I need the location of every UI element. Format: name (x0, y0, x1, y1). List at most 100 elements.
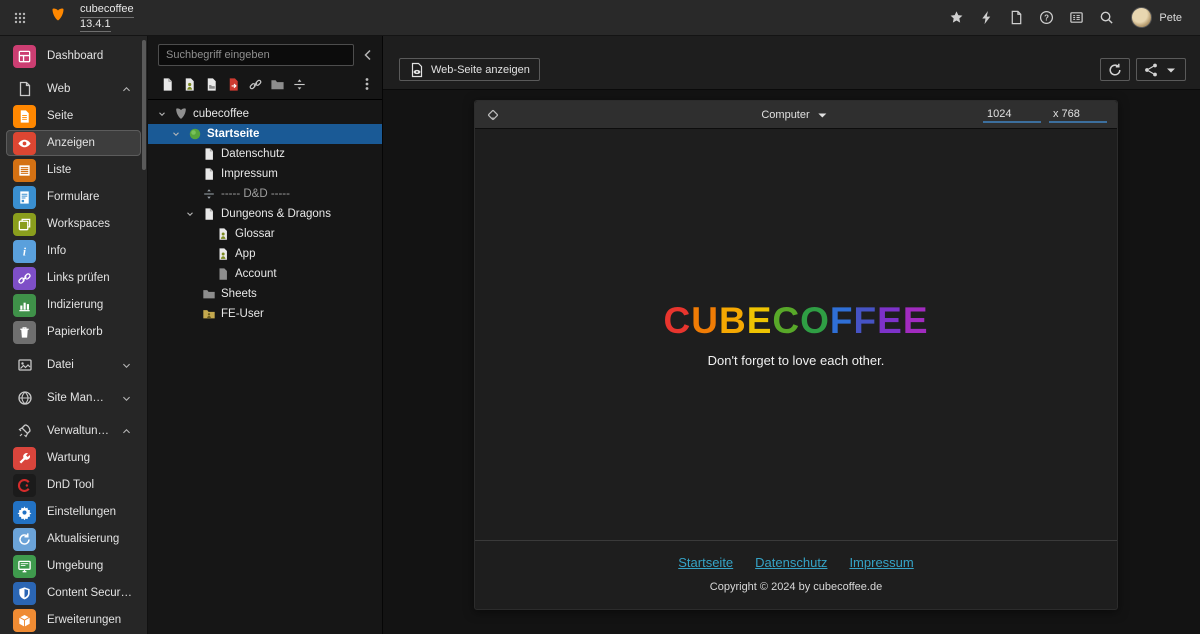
sidebar-item-formulare[interactable]: Formulare (6, 184, 141, 210)
tree-node-label: Datenschutz (221, 148, 285, 160)
site-name: cubecoffee (80, 3, 134, 18)
pageFe-icon (215, 227, 230, 241)
new-spacer-icon[interactable] (292, 76, 314, 92)
module-menu-toggle[interactable] (0, 0, 40, 35)
clear-cache-icon[interactable] (971, 0, 1001, 35)
sidebar-item-verwaltungswerkzeuge[interactable]: Verwaltungswerkz... (6, 418, 141, 444)
refresh-button[interactable] (1100, 58, 1130, 81)
tree-node-label: Startseite (207, 128, 260, 140)
chevron-down-icon[interactable] (170, 129, 182, 139)
footer-link-startseite[interactable]: Startseite (678, 555, 733, 570)
sidebar-item-dashboard[interactable]: Dashboard (6, 43, 141, 69)
sidebar-item-label: Umgebung (47, 560, 104, 572)
tree-node[interactable]: Sheets (148, 284, 382, 304)
sidebar-item-einstellungen[interactable]: Einstellungen (6, 499, 141, 525)
tree-node[interactable]: Glossar (148, 224, 382, 244)
sidebar-item-label: Verwaltungswerkz... (47, 425, 110, 437)
tagline: Don't forget to love each other. (707, 352, 885, 368)
refresh-icon (1107, 62, 1123, 78)
rotate-device-icon[interactable] (485, 107, 501, 123)
logo-letter: C (772, 299, 801, 341)
new-external-link-page-icon[interactable] (226, 76, 248, 92)
anzeigen-icon (13, 131, 36, 155)
chevron-down-icon[interactable] (156, 109, 168, 119)
search-icon[interactable] (1091, 0, 1121, 35)
sidebar-item-umgebung[interactable]: Umgebung (6, 553, 141, 579)
footer-link-impressum[interactable]: Impressum (849, 555, 913, 570)
sidebar-item-label: Papierkorb (47, 326, 103, 338)
tree-node[interactable]: App (148, 244, 382, 264)
sidebar-item-wartung[interactable]: Wartung (6, 445, 141, 471)
new-link-icon[interactable] (248, 76, 270, 92)
sidebar-item-web[interactable]: Web (6, 76, 141, 102)
sidebar-item-dnd-tool[interactable]: DnD Tool (6, 472, 141, 498)
sidebar-item-links-pruefen[interactable]: Links prüfen (6, 265, 141, 291)
sidebar-item-label: DnD Tool (47, 479, 95, 491)
new-document-icon[interactable] (1001, 0, 1031, 35)
aktualisierung-icon (13, 527, 36, 551)
new-page-icon[interactable] (160, 76, 182, 92)
tree-node[interactable]: Account (148, 264, 382, 284)
preview-height-input[interactable]: x 768 (1049, 106, 1107, 123)
chevron-down-icon[interactable] (184, 209, 196, 219)
sidebar-item-label: Liste (47, 164, 72, 176)
new-shortcut-page-icon[interactable] (182, 76, 204, 92)
tree-node[interactable]: Startseite (148, 124, 382, 144)
sidebar-item-anzeigen[interactable]: Anzeigen (6, 130, 141, 156)
sidebar-item-label: Einstellungen (47, 506, 117, 518)
sidebar-item-label: Datei (47, 359, 74, 371)
tree-search-input[interactable] (158, 44, 354, 66)
new-folder-icon[interactable] (270, 76, 292, 92)
sidebar-item-info[interactable]: i Info (6, 238, 141, 264)
share-button[interactable] (1136, 58, 1186, 81)
sidebar-item-erweiterungen[interactable]: Erweiterungen (6, 607, 141, 633)
sidebar-item-workspaces[interactable]: Workspaces (6, 211, 141, 237)
chevron-up-icon (121, 84, 132, 95)
preview-width-input[interactable]: 1024 (983, 106, 1041, 123)
tree-node[interactable]: Impressum (148, 164, 382, 184)
logo-letter: E (746, 299, 773, 341)
module-sidebar: Dashboard Web Seite Anzeigen Liste Formulare W… (0, 36, 148, 634)
tree-node[interactable]: Datenschutz (148, 144, 382, 164)
device-preset-dropdown[interactable]: Computer (761, 107, 830, 123)
sidebar-item-datei[interactable]: Datei (6, 352, 141, 378)
links-pruefen-icon (13, 266, 36, 290)
tree-node-label: cubecoffee (193, 108, 250, 120)
system-information-icon[interactable] (1061, 0, 1091, 35)
tree-node-label: ----- D&D ----- (221, 188, 290, 200)
sidebar-item-seite[interactable]: Seite (6, 103, 141, 129)
chevron-up-icon (121, 426, 132, 437)
site-name-version: cubecoffee 13.4.1 (80, 3, 134, 33)
sidebar-scrollbar[interactable] (142, 40, 146, 170)
sidebar-item-label: Erweiterungen (47, 614, 122, 626)
tree-node[interactable]: FE-User (148, 304, 382, 324)
logo-letter: E (877, 299, 903, 341)
sidebar-item-label: Formulare (47, 191, 100, 203)
avatar (1131, 7, 1153, 28)
collapse-tree-button[interactable] (360, 44, 376, 66)
user-menu[interactable]: Pete (1121, 0, 1188, 35)
copyright: Copyright © 2024 by cubecoffee.de (709, 581, 883, 593)
view-webpage-label: Web-Seite anzeigen (431, 63, 530, 76)
tree-more-menu[interactable] (358, 76, 376, 92)
sidebar-item-papierkorb[interactable]: Papierkorb (6, 319, 141, 345)
module-body: Computer 1024 x 768 CUBECOFFEE Don't for… (383, 90, 1200, 634)
tree-node[interactable]: ----- D&D ----- (148, 184, 382, 204)
sidebar-item-content-security-policy[interactable]: Content Security Policy (6, 580, 141, 606)
sidebar-item-liste[interactable]: Liste (6, 157, 141, 183)
tree-node[interactable]: cubecoffee (148, 104, 382, 124)
sidebar-item-label: Indizierung (47, 299, 104, 311)
site-brand[interactable]: cubecoffee 13.4.1 (40, 0, 144, 35)
pageFe-icon (215, 247, 230, 261)
sidebar-item-site-management[interactable]: Site Management (6, 385, 141, 411)
help-icon[interactable]: ? (1031, 0, 1061, 35)
umgebung-icon (13, 554, 36, 578)
view-webpage-button[interactable]: Web-Seite anzeigen (399, 58, 540, 81)
sidebar-item-aktualisierung[interactable]: Aktualisierung (6, 526, 141, 552)
footer-link-datenschutz[interactable]: Datenschutz (755, 555, 827, 570)
sidebar-item-indizierung[interactable]: Indizierung (6, 292, 141, 318)
new-mountpoint-page-icon[interactable] (204, 76, 226, 92)
bookmark-star-icon[interactable] (941, 0, 971, 35)
tree-node[interactable]: Dungeons & Dragons (148, 204, 382, 224)
sidebar-item-label: Info (47, 245, 67, 257)
